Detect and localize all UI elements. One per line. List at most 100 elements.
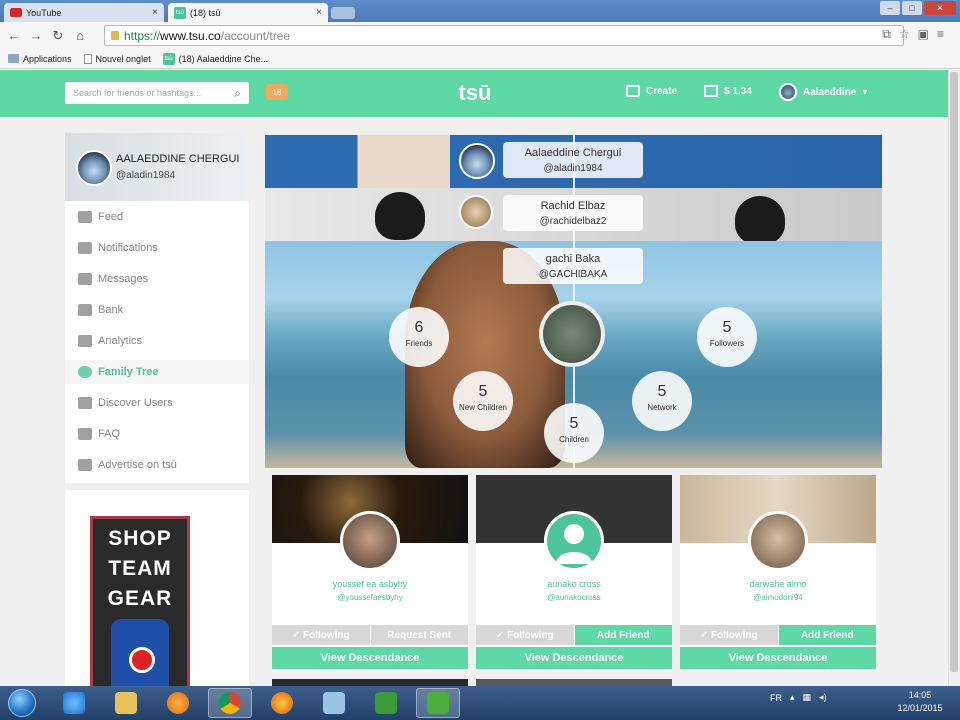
system-tray: FR ▴ ▦ ◂) [770, 692, 827, 703]
tab-label: (18) tsū [190, 7, 221, 18]
tsu-icon: tsū [162, 52, 175, 65]
taskbar-ie[interactable] [52, 688, 96, 718]
add-friend-button[interactable]: Add Friend [574, 625, 672, 645]
sidebar-item-bank[interactable]: Bank [78, 302, 123, 318]
current-user-avatar[interactable] [539, 301, 605, 367]
card-handle: @aimodoni94 [753, 593, 803, 602]
volume-icon[interactable]: ◂) [819, 692, 827, 703]
card-name[interactable]: darwahe aimo [680, 579, 876, 589]
cover-face [735, 196, 785, 244]
card-name[interactable]: youssef ea asbyhy [272, 579, 468, 589]
scrollbar-thumb[interactable] [950, 72, 958, 672]
close-icon[interactable]: × [316, 7, 322, 18]
sidebar-item-feed[interactable]: Feed [78, 209, 123, 225]
sidebar-item-family-tree[interactable]: Family Tree [78, 364, 159, 380]
tab-youtube[interactable]: YouTube × [4, 3, 164, 22]
card-handle: @youssefaesbyhy [337, 593, 403, 602]
ancestor-tag[interactable]: gachi Baka @GACHIBAKA [503, 248, 643, 284]
profile-avatar[interactable] [76, 150, 112, 186]
following-button[interactable]: ✓ Following [272, 625, 371, 645]
add-friend-button[interactable]: Add Friend [778, 625, 876, 645]
language-indicator[interactable]: FR [770, 693, 782, 703]
card-avatar[interactable] [748, 511, 808, 571]
bookmark-new-tab[interactable]: Nouvel onglet [83, 53, 151, 64]
view-descendance-button[interactable]: View Descendance [680, 647, 876, 669]
ancestor-tag[interactable]: Rachid Elbaz @rachidelbaz2 [503, 195, 643, 231]
sidebar-item-analytics[interactable]: Analytics [78, 333, 142, 349]
create-button[interactable]: Create [626, 85, 677, 97]
url-text: https://www.tsu.co/account/tree [124, 28, 291, 43]
network-icon[interactable]: ▦ [803, 692, 812, 703]
sidebar-item-faq[interactable]: FAQ [78, 426, 120, 442]
translate-icon[interactable]: ⧉ [882, 27, 891, 42]
maximize-icon[interactable]: □ [902, 1, 922, 15]
home-icon[interactable]: ⌂ [72, 28, 88, 43]
sidebar-item-messages[interactable]: Messages [78, 271, 148, 287]
tsu-logo[interactable]: tsū [455, 80, 495, 106]
extension-icon[interactable]: ▣ [918, 27, 929, 42]
start-button[interactable] [2, 686, 42, 720]
back-icon[interactable]: ← [6, 28, 22, 43]
card-avatar[interactable] [340, 511, 400, 571]
reload-icon[interactable]: ↻ [50, 28, 66, 44]
following-button[interactable]: ✓ Following [476, 625, 575, 645]
star-icon[interactable]: ☆ [899, 27, 910, 42]
page-icon [83, 53, 92, 64]
forward-icon[interactable]: → [28, 28, 44, 43]
taskbar-app[interactable] [312, 688, 356, 718]
profile-name[interactable]: AALAEDDINE CHERGUI [116, 153, 239, 165]
profile-handle: @aladin1984 [116, 170, 176, 181]
user-menu[interactable]: Aalaeddine ▾ [779, 83, 867, 101]
address-bar[interactable]: https://www.tsu.co/account/tree [104, 25, 904, 46]
taskbar-chrome[interactable] [208, 688, 252, 718]
taskbar-explorer[interactable] [104, 688, 148, 718]
cover-face [375, 192, 425, 240]
menu-icon[interactable]: ≡ [937, 27, 944, 42]
default-avatar[interactable] [544, 511, 604, 571]
ancestor-tag[interactable]: Aalaeddine Chergui @aladin1984 [503, 142, 643, 178]
bookmarks-bar: Applications Nouvel onglet tsū (18) Aalae… [0, 49, 960, 69]
descendant-card: youssef ea asbyhy @youssefaesbyhy ✓ Foll… [272, 475, 468, 671]
ancestor-avatar[interactable] [459, 195, 493, 229]
new-children-stat[interactable]: 5 New Children [453, 371, 513, 431]
sidebar-item-notifications[interactable]: Notifications [78, 240, 158, 256]
search-input[interactable]: Search for friends or hashtags... ⌕ [65, 82, 249, 104]
tab-tsu[interactable]: tsū (18) tsū × [168, 3, 328, 22]
tree-icon [78, 366, 92, 378]
tab-label: YouTube [26, 7, 62, 18]
new-tab-button[interactable] [331, 7, 355, 19]
notification-badge[interactable]: 18 [266, 84, 288, 100]
sidebar-item-discover-users[interactable]: Discover Users [78, 395, 173, 411]
followers-stat[interactable]: 5 Followers [697, 307, 757, 367]
clock[interactable]: 14:05 12/01/2015 [890, 689, 950, 715]
taskbar-media-player[interactable] [156, 688, 200, 718]
bookmark-applications[interactable]: Applications [8, 54, 72, 64]
avatar [779, 83, 797, 101]
bank-balance[interactable]: $ 1.34 [704, 85, 752, 97]
arrow-up-icon[interactable]: ▴ [790, 692, 795, 703]
taskbar-firefox[interactable] [260, 688, 304, 718]
card-name[interactable]: aunako cross [476, 579, 672, 589]
lock-icon [111, 31, 119, 40]
network-stat[interactable]: 5 Network [632, 371, 692, 431]
request-sent-button[interactable]: Request Sent [370, 625, 468, 645]
chrome-icon [219, 692, 241, 714]
following-button[interactable]: ✓ Following [680, 625, 779, 645]
friends-stat[interactable]: 6 Friends [389, 307, 449, 367]
close-window-icon[interactable]: ✕ [924, 1, 956, 15]
children-stat[interactable]: 5 Children [544, 403, 604, 463]
minimize-icon[interactable]: – [880, 1, 900, 15]
ancestor-handle: @rachidelbaz2 [539, 216, 607, 227]
ancestor-avatar[interactable] [459, 143, 495, 179]
taskbar-camtasia-recorder[interactable] [416, 688, 460, 718]
sidebar-item-advertise[interactable]: Advertise on tsū [78, 457, 177, 473]
media-player-icon [167, 692, 189, 714]
taskbar-camtasia[interactable] [364, 688, 408, 718]
view-descendance-button[interactable]: View Descendance [476, 647, 672, 669]
user-silhouette-icon [556, 524, 592, 564]
shop-team-gear-ad[interactable]: SHOP TEAM GEAR [90, 516, 190, 690]
bookmark-tsu[interactable]: tsū (18) Aalaeddine Che... [162, 52, 268, 65]
close-icon[interactable]: × [152, 7, 158, 18]
view-descendance-button[interactable]: View Descendance [272, 647, 468, 669]
search-icon[interactable]: ⌕ [234, 86, 241, 101]
